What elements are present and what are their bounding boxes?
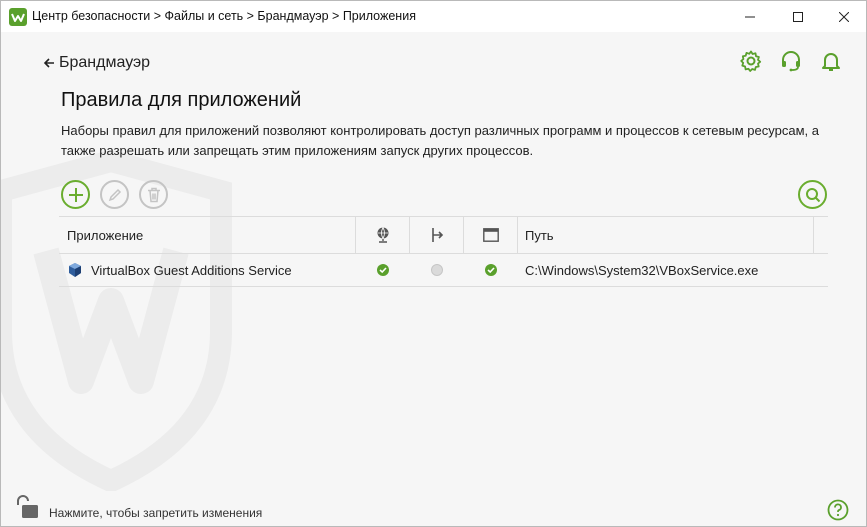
column-header-path[interactable]: Путь xyxy=(518,217,814,253)
title-bar: Центр безопасности > Файлы и сеть > Бран… xyxy=(1,1,866,32)
column-header-window[interactable] xyxy=(464,217,518,253)
column-header-spacer xyxy=(814,217,828,253)
drweb-logo-icon xyxy=(9,8,27,26)
help-icon[interactable] xyxy=(827,499,849,521)
cell-path: C:\Windows\System32\VBoxService.exe xyxy=(525,262,759,278)
headset-icon[interactable] xyxy=(779,49,803,73)
minimize-icon xyxy=(745,16,755,17)
application-name: VirtualBox Guest Additions Service xyxy=(91,262,292,278)
back-to-firewall-link[interactable]: Брандмауэр xyxy=(43,54,150,72)
table-header: Приложение Путь xyxy=(59,216,828,254)
delete-rule-button[interactable] xyxy=(139,180,168,209)
app-window: Центр безопасности > Файлы и сеть > Бран… xyxy=(0,0,867,527)
column-header-network[interactable] xyxy=(356,217,410,253)
page-title: Правила для приложений xyxy=(61,89,302,111)
maximize-icon xyxy=(793,11,803,22)
pencil-icon xyxy=(108,188,121,201)
search-button[interactable] xyxy=(798,180,827,209)
back-link-label: Брандмауэр xyxy=(59,54,151,71)
table-row[interactable]: VirtualBox Guest Additions Service C:\Wi… xyxy=(59,254,828,287)
process-launch-icon xyxy=(431,228,443,242)
edit-rule-button[interactable] xyxy=(100,180,129,209)
cell-window-status[interactable] xyxy=(464,254,518,287)
column-header-application[interactable]: Приложение xyxy=(59,217,356,253)
rules-table: Приложение Путь VirtualBox Guest Additio… xyxy=(59,216,828,287)
maximize-button[interactable] xyxy=(775,1,821,32)
lock-settings-link[interactable]: Нажмите, чтобы запретить изменения xyxy=(49,506,262,520)
cell-process-status[interactable] xyxy=(410,254,464,287)
search-icon xyxy=(805,187,820,202)
not-set-status-icon xyxy=(431,264,443,276)
virtualbox-icon xyxy=(69,263,81,277)
window-title: Центр безопасности > Файлы и сеть > Бран… xyxy=(32,9,416,23)
add-rule-button[interactable] xyxy=(61,180,90,209)
page-description: Наборы правил для приложений позволяют к… xyxy=(61,123,819,158)
plus-icon xyxy=(68,187,83,202)
spider-watermark-icon xyxy=(1,151,232,491)
globe-network-icon xyxy=(377,227,388,243)
cell-network-status[interactable] xyxy=(356,254,410,287)
gear-icon[interactable] xyxy=(739,49,763,73)
allowed-status-icon xyxy=(377,264,389,276)
cell-application: VirtualBox Guest Additions Service xyxy=(59,254,356,287)
bell-icon[interactable] xyxy=(819,49,843,73)
unlocked-padlock-icon[interactable] xyxy=(14,494,40,520)
minimize-button[interactable] xyxy=(727,1,773,32)
allowed-status-icon xyxy=(485,264,497,276)
trash-icon xyxy=(147,187,160,202)
back-arrow-icon xyxy=(43,58,54,68)
close-icon xyxy=(839,11,849,22)
window-icon xyxy=(482,228,499,242)
close-button[interactable] xyxy=(821,1,866,32)
column-header-process[interactable] xyxy=(410,217,464,253)
